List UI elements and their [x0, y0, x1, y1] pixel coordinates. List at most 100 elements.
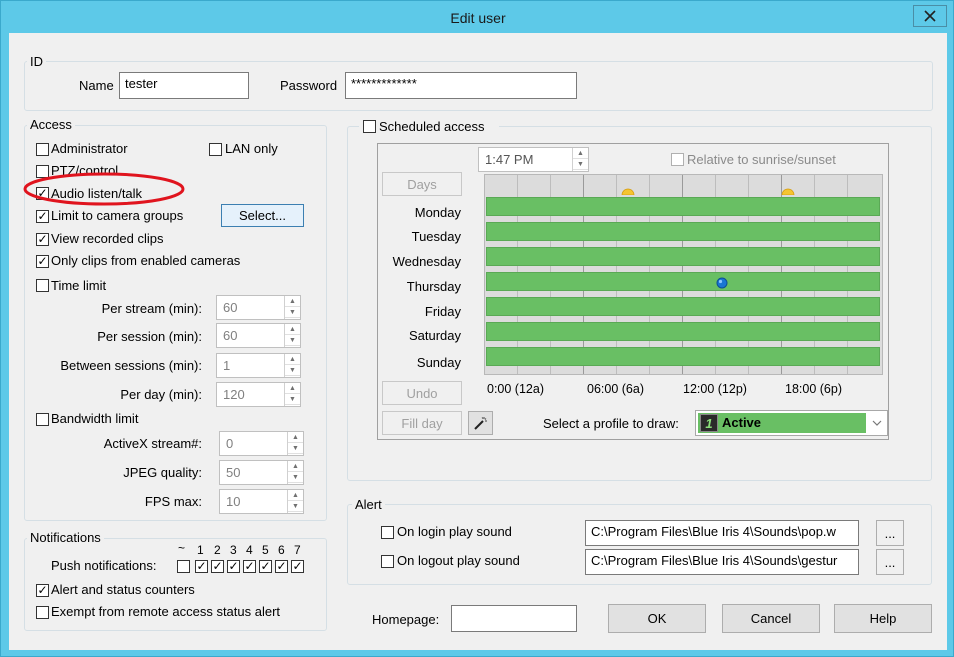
- schedule-bar-saturday[interactable]: [486, 322, 880, 341]
- logout-sound-checkbox[interactable]: [381, 555, 394, 568]
- profile-value: Active: [722, 415, 762, 430]
- close-icon: [924, 10, 936, 22]
- name-field[interactable]: tester: [119, 72, 249, 99]
- push-col-1: 1: [197, 543, 204, 557]
- scheduled-access-checkbox[interactable]: [363, 120, 376, 133]
- push-col-tilde: ~: [178, 541, 186, 555]
- sunrise-checkbox[interactable]: [671, 153, 684, 166]
- push-col-4: 4: [246, 543, 253, 557]
- homepage-field[interactable]: [451, 605, 577, 632]
- current-time-marker-icon: [716, 277, 728, 289]
- push-checkbox-5[interactable]: ✓: [259, 560, 272, 573]
- between-sessions-spinner[interactable]: 1 ▲ ▼: [216, 353, 301, 378]
- access-group-label: Access: [27, 117, 75, 132]
- per-day-label: Per day (min):: [120, 387, 202, 402]
- undo-button[interactable]: Undo: [382, 381, 462, 405]
- push-checkbox-7[interactable]: ✓: [291, 560, 304, 573]
- login-sound-label: On login play sound: [397, 524, 512, 539]
- profile-number-icon: 1: [700, 414, 718, 432]
- name-label: Name: [79, 78, 114, 93]
- scheduled-access-label: Scheduled access: [379, 119, 485, 134]
- exempt-label: Exempt from remote access status alert: [51, 604, 281, 619]
- schedule-bar-tuesday[interactable]: [486, 222, 880, 241]
- lan-only-label: LAN only: [225, 141, 278, 156]
- profile-select[interactable]: 1 Active: [695, 410, 888, 436]
- lan-only-checkbox[interactable]: [209, 143, 222, 156]
- per-session-spinner[interactable]: 60 ▲ ▼: [216, 323, 301, 348]
- activex-label: ActiveX stream#:: [103, 436, 202, 451]
- day-label-thursday: Thursday: [406, 279, 461, 294]
- schedule-bar-wednesday[interactable]: [486, 247, 880, 266]
- push-checkbox-tilde[interactable]: [177, 560, 190, 573]
- activex-spinner[interactable]: 0 ▲ ▼: [219, 431, 304, 456]
- alert-group-label: Alert: [352, 497, 385, 512]
- only-clips-checkbox[interactable]: ✓: [36, 255, 49, 268]
- schedule-grid[interactable]: [484, 174, 883, 375]
- window-title: Edit user: [450, 10, 506, 26]
- schedule-bar-monday[interactable]: [486, 197, 880, 216]
- view-clips-label: View recorded clips: [51, 231, 164, 246]
- day-label-tuesday: Tuesday: [411, 229, 461, 244]
- schedule-bar-sunday[interactable]: [486, 347, 880, 366]
- day-label-monday: Monday: [414, 205, 461, 220]
- push-checkbox-3[interactable]: ✓: [227, 560, 240, 573]
- login-sound-path[interactable]: C:\Program Files\Blue Iris 4\Sounds\pop.…: [585, 520, 859, 546]
- cancel-button[interactable]: Cancel: [722, 604, 820, 633]
- profile-label: Select a profile to draw:: [543, 416, 679, 431]
- day-label-wednesday: Wednesday: [392, 254, 461, 269]
- close-button[interactable]: [913, 5, 947, 27]
- fill-day-button[interactable]: Fill day: [382, 411, 462, 435]
- schedule-bar-thursday[interactable]: [486, 272, 880, 291]
- push-checkbox-6[interactable]: ✓: [275, 560, 288, 573]
- limit-groups-checkbox[interactable]: ✓: [36, 210, 49, 223]
- jpeg-quality-label: JPEG quality:: [123, 465, 202, 480]
- fps-max-spinner[interactable]: 10 ▲ ▼: [219, 489, 304, 514]
- edit-user-dialog: Edit user ID Name tester Password ******…: [0, 0, 954, 657]
- push-col-2: 2: [214, 543, 221, 557]
- sunrise-icon: [621, 188, 635, 195]
- logout-sound-path[interactable]: C:\Program Files\Blue Iris 4\Sounds\gest…: [585, 549, 859, 575]
- administrator-checkbox[interactable]: [36, 143, 49, 156]
- push-checkbox-1[interactable]: ✓: [195, 560, 208, 573]
- per-day-spinner[interactable]: 120 ▲ ▼: [216, 382, 301, 407]
- jpeg-quality-spinner[interactable]: 50 ▲ ▼: [219, 460, 304, 485]
- dialog-client: ID Name tester Password ************* Ac…: [9, 33, 947, 650]
- days-button[interactable]: Days: [382, 172, 462, 196]
- time-label-18: 18:00 (6p): [785, 382, 842, 396]
- login-sound-checkbox[interactable]: [381, 526, 394, 539]
- view-clips-checkbox[interactable]: ✓: [36, 233, 49, 246]
- homepage-label: Homepage:: [372, 612, 440, 627]
- push-checkbox-2[interactable]: ✓: [211, 560, 224, 573]
- limit-groups-label: Limit to camera groups: [51, 208, 184, 223]
- ok-button[interactable]: OK: [608, 604, 706, 633]
- time-label-12: 12:00 (12p): [683, 382, 747, 396]
- chevron-down-icon: [872, 420, 882, 426]
- exempt-checkbox[interactable]: [36, 606, 49, 619]
- day-label-friday: Friday: [424, 304, 461, 319]
- time-label-0: 0:00 (12a): [487, 382, 544, 396]
- login-browse-button[interactable]: ...: [876, 520, 904, 546]
- only-clips-label: Only clips from enabled cameras: [51, 253, 241, 268]
- id-group-label: ID: [27, 54, 46, 69]
- push-notifications-label: Push notifications:: [51, 558, 157, 573]
- bandwidth-checkbox[interactable]: [36, 413, 49, 426]
- push-checkbox-4[interactable]: ✓: [243, 560, 256, 573]
- push-col-6: 6: [278, 543, 285, 557]
- password-field[interactable]: *************: [345, 72, 577, 99]
- bandwidth-label: Bandwidth limit: [51, 411, 139, 426]
- push-col-7: 7: [294, 543, 301, 557]
- select-groups-button[interactable]: Select...: [221, 204, 304, 227]
- red-annotation-ellipse: [23, 172, 185, 206]
- between-sessions-label: Between sessions (min):: [60, 358, 202, 373]
- magic-wand-button[interactable]: [468, 411, 493, 435]
- schedule-bar-friday[interactable]: [486, 297, 880, 316]
- logout-browse-button[interactable]: ...: [876, 549, 904, 575]
- fps-max-label: FPS max:: [144, 494, 202, 509]
- alert-counters-checkbox[interactable]: ✓: [36, 584, 49, 597]
- help-button[interactable]: Help: [834, 604, 932, 633]
- day-label-sunday: Sunday: [416, 355, 461, 370]
- per-stream-label: Per stream (min):: [101, 301, 202, 316]
- schedule-time-spinner[interactable]: 1:47 PM ▲ ▼: [478, 147, 589, 172]
- time-limit-checkbox[interactable]: [36, 279, 49, 292]
- per-stream-spinner[interactable]: 60 ▲ ▼: [216, 295, 301, 320]
